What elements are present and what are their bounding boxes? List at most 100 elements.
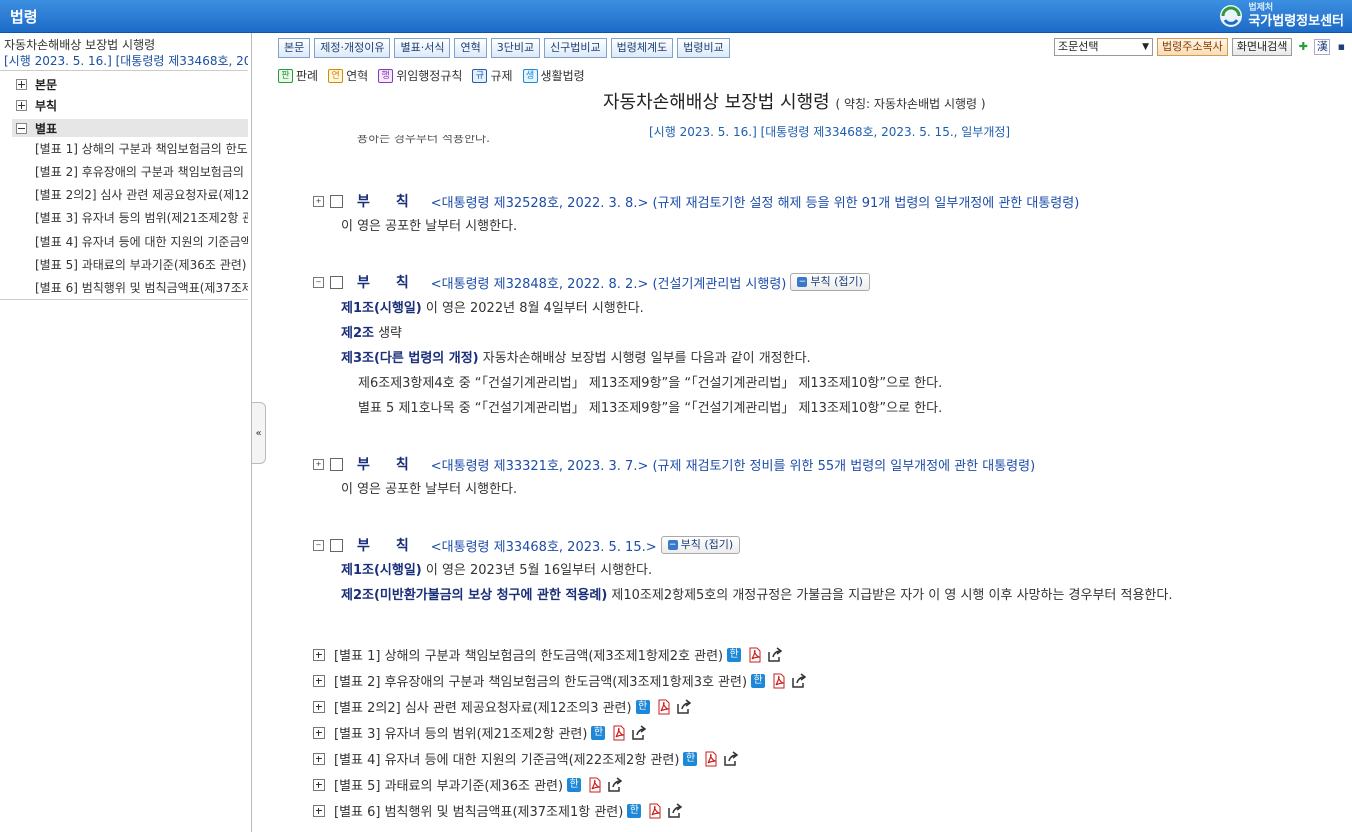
bookmark-icon[interactable]: ✚ [1296,40,1310,54]
pdf-download-icon[interactable] [656,699,672,715]
addenda-checkbox[interactable] [330,194,343,208]
dropdown-arrow-icon: ▼ [1142,42,1149,52]
tab-law-structure[interactable]: 법령체계도 [610,38,674,58]
hwp-download-icon[interactable]: 한 [635,699,650,714]
addenda-source-link[interactable]: <대통령령 제33321호, 2023. 3. 7.> (규제 재검토기한 정비… [431,455,1035,474]
annex-link[interactable]: [별표 2] 후유장애의 구분과 책임보험금의 한도금액(제3조제1항제3호 관… [35,163,248,180]
annex-link[interactable]: [별표 1] 상해의 구분과 책임보험금의 한도금액(제3조제1항제2호 관련) [35,140,248,157]
pdf-download-icon[interactable] [747,647,763,663]
tab-history[interactable]: 연혁 [454,38,487,58]
fold-addenda-button[interactable]: − 부칙 (접기) [660,536,741,554]
addenda-source-link[interactable]: <대통령령 제32528호, 2022. 3. 8.> (규제 재검토기한 설정… [431,192,1080,211]
expand-icon[interactable] [313,674,325,687]
hwp-download-icon[interactable]: 한 [567,777,582,792]
living-law-tag-icon: 생 [522,68,538,83]
tab-law-compare[interactable]: 법령비교 [677,38,730,58]
tab-revision-reason[interactable]: 제정·개정이유 [314,38,391,58]
annex-link[interactable]: [별표 4] 유자녀 등에 대한 지원의 기준금액(제22조제2항 관련) [35,233,248,250]
annex-link[interactable]: [별표 5] 과태료의 부과기준(제36조 관련) [35,256,248,273]
tab-three-way-compare[interactable]: 3단비교 [490,38,541,58]
collapse-icon[interactable]: − [313,276,324,288]
hwp-download-icon[interactable]: 한 [727,647,742,662]
admin-rule-tag-icon: 행 [378,68,394,83]
expand-icon[interactable]: + [313,458,324,470]
save-icon[interactable]: ▪ [1334,40,1348,54]
hwp-download-icon[interactable]: 한 [627,803,642,818]
tree-item-buchik[interactable]: 부칙 [16,96,57,114]
annex-title-link[interactable]: [별표 5] 과태료의 부과기준(제36조 관련) [334,775,563,794]
legend-admin-rules: 행 위임행정규칙 [378,67,462,84]
open-new-window-icon[interactable] [631,724,647,741]
addenda-source-link[interactable]: <대통령령 제33468호, 2023. 5. 15.> [431,536,657,555]
tree-item-label: 별표 [35,121,58,136]
annex-row: [별표 3] 유자녀 등의 범위(제21조제2항 관련) 한 [313,723,647,742]
collapse-panel-button[interactable]: « [252,402,266,464]
double-chevron-left-icon: « [255,427,262,439]
expand-icon[interactable] [313,752,325,765]
legend-history: 연 연혁 [328,67,368,84]
annex-title-link[interactable]: [별표 1] 상해의 구분과 책임보험금의 한도금액(제3조제1항제2호 관련) [334,645,723,664]
expand-icon[interactable] [313,700,325,713]
collapse-icon[interactable] [16,122,27,134]
addenda-checkbox[interactable] [330,538,343,552]
expand-icon[interactable] [313,804,325,817]
copy-url-button[interactable]: 법령주소복사 [1157,38,1228,56]
article-select[interactable]: 조문선택 ▼ [1054,38,1153,56]
addenda-checkbox[interactable] [330,275,343,289]
tree-item-byeolpyo[interactable]: 별표 [16,119,57,137]
tree-item-bonmun[interactable]: 본문 [16,75,57,93]
tab-bonmun[interactable]: 본문 [278,38,311,58]
pdf-download-icon[interactable] [611,725,627,741]
regulation-tag-icon: 규 [472,68,488,83]
fold-addenda-button[interactable]: − 부칙 (접기) [790,273,870,291]
open-new-window-icon[interactable] [767,646,783,663]
tab-annex-forms[interactable]: 별표·서식 [394,38,451,58]
amendment-line: 별표 5 제1호나목 중 “「건설기계관리법」 제13조제9항”을 “「건설기계… [358,401,943,416]
article-body: 이 영은 2023년 5월 16일부터 시행한다. [421,563,653,578]
law-subtitle: [시행 2023. 5. 16.] [대통령령 제33468호, 2023. 5… [4,54,248,68]
annex-title-link[interactable]: [별표 3] 유자녀 등의 범위(제21조제2항 관련) [334,723,587,742]
pdf-download-icon[interactable] [771,673,787,689]
hanja-icon[interactable]: 漢 [1314,39,1331,55]
addenda-source-link[interactable]: <대통령령 제32848호, 2022. 8. 2.> (건설기계관리법 시행령… [431,273,787,292]
expand-icon[interactable] [313,726,325,739]
pdf-download-icon[interactable] [587,777,603,793]
amendment-line: 제6조제3항제4호 중 “「건설기계관리법」 제13조제9항”을 “「건설기계관… [358,376,943,391]
toolbar: 본문 제정·개정이유 별표·서식 연혁 3단비교 신구법비교 법령체계도 법령비… [278,38,730,58]
annex-row: [별표 2] 후유장애의 구분과 책임보험금의 한도금액(제3조제1항제3호 관… [313,671,807,690]
annex-title-link[interactable]: [별표 6] 범칙행위 및 범칙금액표(제37조제1항 관련) [334,801,623,820]
pdf-download-icon[interactable] [703,751,719,767]
legend-precedent: 판 판례 [278,67,318,84]
top-bar: 법령 법제처 국가법령정보센터 [0,0,1352,33]
annex-title-link[interactable]: [별표 2] 후유장애의 구분과 책임보험금의 한도금액(제3조제1항제3호 관… [334,671,747,690]
expand-icon[interactable] [16,99,27,111]
open-new-window-icon[interactable] [667,802,683,819]
hwp-download-icon[interactable]: 한 [591,725,606,740]
tab-old-new-compare[interactable]: 신구법비교 [544,38,607,58]
expand-icon[interactable] [16,78,27,90]
open-new-window-icon[interactable] [607,776,623,793]
article-body: 생략 [373,326,403,341]
annex-link[interactable]: [별표 3] 유자녀 등의 범위(제21조제2항 관련) [35,209,248,226]
expand-icon[interactable] [313,648,325,661]
expand-icon[interactable] [313,778,325,791]
search-in-page-button[interactable]: 화면내검색 [1231,38,1293,56]
hwp-download-icon[interactable]: 한 [751,673,766,688]
annex-title-link[interactable]: [별표 2의2] 심사 관련 제공요청자료(제12조의3 관련) [334,697,632,716]
open-new-window-icon[interactable] [791,672,807,689]
addenda-checkbox[interactable] [330,457,343,471]
article: 제2조 생략 [341,322,402,341]
open-new-window-icon[interactable] [723,750,739,767]
annex-link[interactable]: [별표 2의2] 심사 관련 제공요청자료(제12조의3 관련) [35,186,248,203]
collapse-icon[interactable]: − [313,539,324,551]
hwp-download-icon[interactable]: 한 [683,751,698,766]
open-new-window-icon[interactable] [676,698,692,715]
moleg-logo-icon [1220,5,1243,27]
brand-logo[interactable]: 법제처 국가법령정보센터 [1218,2,1344,30]
expand-icon[interactable]: + [313,195,324,207]
pdf-download-icon[interactable] [647,803,663,819]
annex-link[interactable]: [별표 6] 범칙행위 및 범칙금액표(제37조제1항 관련) [35,279,248,296]
annex-title-link[interactable]: [별표 4] 유자녀 등에 대한 지원의 기준금액(제22조제2항 관련) [334,749,679,768]
annex-row: [별표 5] 과태료의 부과기준(제36조 관련) 한 [313,775,623,794]
toolbar-right: 조문선택 ▼ 법령주소복사 화면내검색 ✚ 漢 ▪ [1054,38,1348,56]
